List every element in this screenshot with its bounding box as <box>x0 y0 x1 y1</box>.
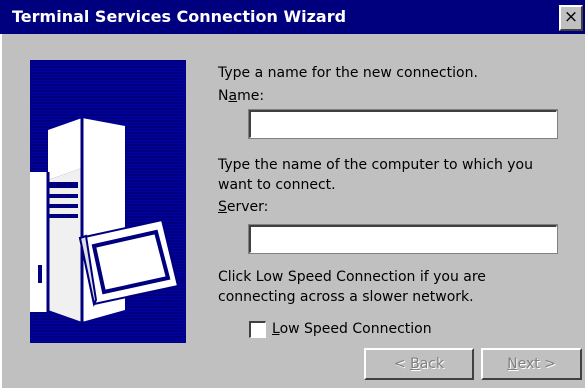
low-speed-hint-line2: connecting across a slower network. <box>218 289 474 305</box>
accelerator-key: S <box>218 199 227 215</box>
accelerator-key: a <box>228 88 238 104</box>
title-bar[interactable]: Terminal Services Connection Wizard × <box>0 0 585 34</box>
next-button[interactable]: Next > <box>481 348 582 380</box>
low-speed-label[interactable]: Low Speed Connection <box>272 320 432 338</box>
window-title: Terminal Services Connection Wizard <box>12 7 347 26</box>
window-border <box>0 34 2 388</box>
low-speed-checkbox[interactable] <box>249 321 266 338</box>
close-button[interactable]: × <box>559 5 583 31</box>
wizard-window: Terminal Services Connection Wizard × Ty… <box>0 0 585 388</box>
wizard-illustration <box>30 60 186 343</box>
button-part: ext > <box>517 356 556 372</box>
label-part: ow Speed Connection <box>279 321 432 337</box>
label-part: me: <box>237 88 265 104</box>
close-icon: × <box>563 7 579 27</box>
connection-name-label: Name: <box>218 87 264 105</box>
server-prompt-line1: Type the name of the computer to which y… <box>218 157 533 173</box>
back-button[interactable]: < Back <box>364 348 474 380</box>
accelerator-key: L <box>272 321 280 337</box>
server-input[interactable] <box>248 224 558 254</box>
label-part: N <box>218 88 229 104</box>
server-prompt-line2: want to connect. <box>218 177 336 193</box>
connection-name-prompt: Type a name for the new connection. <box>218 65 478 81</box>
button-part: ack <box>419 356 445 372</box>
label-part: erver: <box>226 199 269 215</box>
connection-name-input[interactable] <box>248 109 558 139</box>
button-part: < <box>393 356 411 372</box>
server-label: Server: <box>218 198 268 216</box>
accelerator-key: B <box>410 356 420 372</box>
low-speed-hint-line1: Click Low Speed Connection if you are <box>218 269 486 285</box>
accelerator-key: N <box>507 356 518 372</box>
